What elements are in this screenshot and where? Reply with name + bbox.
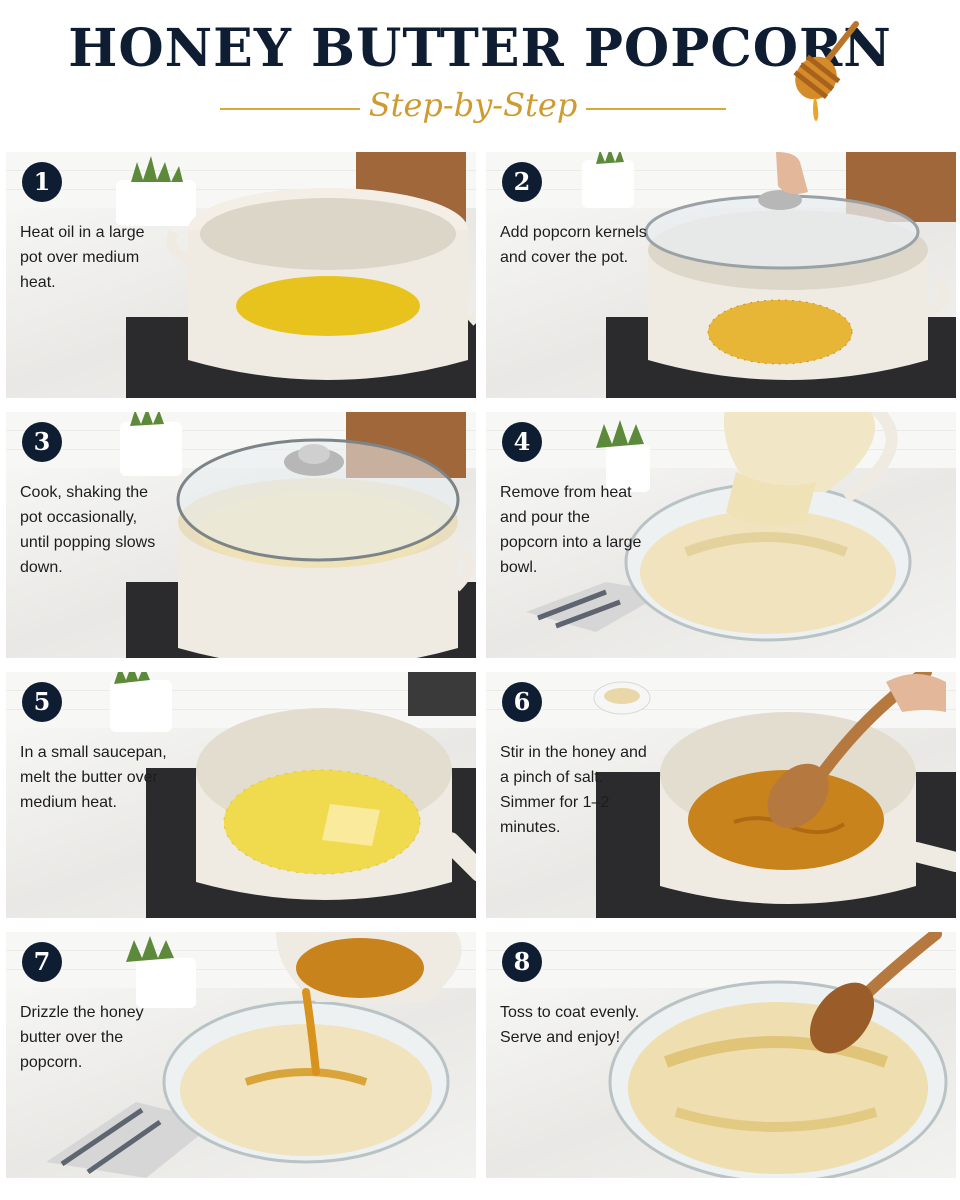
step-instruction: Remove from heat and pour the popcorn in… <box>500 484 642 576</box>
step-panel-7: 7 Drizzle the honey butter over the popc… <box>6 932 476 1178</box>
step-panel-2: 2 Add popcorn kernels and cover the pot. <box>486 152 956 398</box>
step-instruction: Drizzle the honey butter over the popcor… <box>20 1004 144 1071</box>
step-panel-4: 4 Remove from heat and pour the popcorn … <box>486 412 956 658</box>
step-panel-6: 6 Stir in the honey and a pinch of salt.… <box>486 672 956 918</box>
honey-dipper-icon <box>793 21 859 121</box>
step-number-badge: 6 <box>502 682 542 722</box>
step-instruction: Heat oil in a large pot over medium heat… <box>20 224 145 291</box>
divider-left <box>220 108 360 110</box>
step-instruction: Stir in the honey and a pinch of salt. S… <box>500 744 647 836</box>
recipe-infographic: HONEY BUTTER POPCORN Step-by-Step 1 Heat… <box>0 0 960 1200</box>
divider-right <box>586 108 726 110</box>
step-number-badge: 1 <box>22 162 62 202</box>
step-instruction: Toss to coat evenly. Serve and enjoy! <box>500 1004 640 1046</box>
step-8-photo <box>608 932 948 1178</box>
step-number-badge: 2 <box>502 162 542 202</box>
step-number-badge: 4 <box>502 422 542 462</box>
step-number-badge: 8 <box>502 942 542 982</box>
step-panel-8: 8 Toss to coat evenly. Serve and enjoy! <box>486 932 956 1178</box>
step-instruction: In a small saucepan, melt the butter ove… <box>20 744 167 811</box>
step-instruction: Cook, shaking the pot occasionally, unti… <box>20 484 156 576</box>
header: HONEY BUTTER POPCORN Step-by-Step <box>0 0 960 148</box>
step-panel-3: 3 Cook, shaking the pot occasionally, un… <box>6 412 476 658</box>
step-instruction: Add popcorn kernels and cover the pot. <box>500 224 647 266</box>
step-number-badge: 7 <box>22 942 62 982</box>
step-number-badge: 3 <box>22 422 62 462</box>
step-panel-5: 5 In a small saucepan, melt the butter o… <box>6 672 476 918</box>
step-number-badge: 5 <box>22 682 62 722</box>
page-subtitle: Step-by-Step <box>368 86 578 124</box>
step-2-photo <box>582 152 956 398</box>
step-panel-1: 1 Heat oil in a large pot over medium he… <box>6 152 476 398</box>
